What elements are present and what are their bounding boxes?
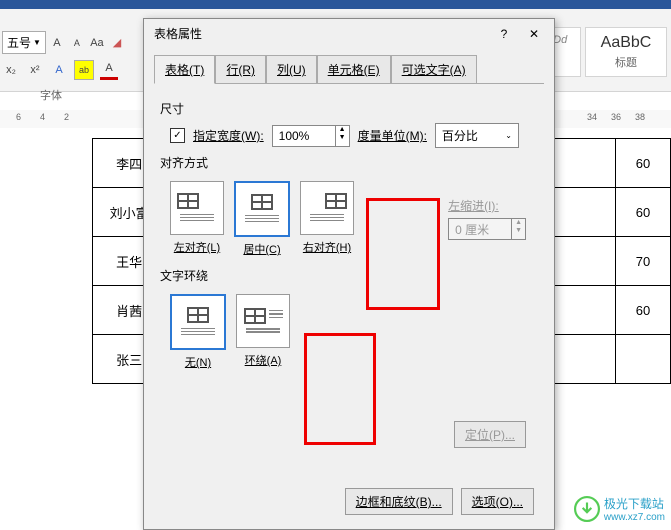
subscript-button[interactable]: x₂ bbox=[2, 61, 20, 79]
tab-column[interactable]: 列(U) bbox=[266, 55, 317, 84]
spin-down-icon[interactable]: ▼ bbox=[336, 134, 349, 142]
wrap-none-option[interactable] bbox=[170, 294, 226, 350]
chevron-down-icon: ▼ bbox=[33, 38, 41, 47]
superscript-button[interactable]: x² bbox=[26, 61, 44, 79]
align-right-option[interactable] bbox=[300, 181, 354, 235]
unit-select[interactable]: 百分比 ⌄ bbox=[435, 123, 519, 148]
font-size-value: 五号 bbox=[7, 34, 31, 51]
download-icon bbox=[574, 496, 600, 522]
locate-button: 定位(P)... bbox=[454, 421, 526, 448]
wrap-none-label: 无(N) bbox=[170, 354, 226, 370]
chevron-down-icon: ⌄ bbox=[505, 131, 512, 140]
align-left-option[interactable] bbox=[170, 181, 224, 235]
size-section-label: 尺寸 bbox=[160, 100, 538, 117]
tab-table[interactable]: 表格(T) bbox=[154, 55, 215, 84]
style-heading[interactable]: AaBbC 标题 bbox=[585, 27, 667, 77]
dialog-title: 表格属性 bbox=[154, 25, 202, 42]
spin-up-icon: ▲ bbox=[512, 219, 525, 227]
wrap-none-icon bbox=[187, 307, 209, 323]
align-center-label: 居中(C) bbox=[234, 241, 290, 257]
indent-label: 左缩进(I): bbox=[448, 197, 526, 214]
table-align-right-icon bbox=[325, 193, 347, 209]
font-size-combo[interactable]: 五号 ▼ bbox=[2, 31, 46, 54]
width-input[interactable] bbox=[273, 126, 335, 146]
align-left-label: 左对齐(L) bbox=[170, 239, 224, 255]
dialog-tabs: 表格(T) 行(R) 列(U) 单元格(E) 可选文字(A) bbox=[144, 48, 554, 83]
unit-label: 度量单位(M): bbox=[358, 127, 427, 144]
clear-formatting-icon[interactable]: ◢ bbox=[108, 34, 126, 52]
width-spinner[interactable]: ▲▼ bbox=[272, 125, 350, 147]
wrap-around-icon bbox=[244, 308, 266, 324]
wrap-around-option[interactable] bbox=[236, 294, 290, 348]
spin-down-icon: ▼ bbox=[512, 227, 525, 235]
font-color-button[interactable]: A bbox=[100, 59, 118, 80]
shrink-font-button[interactable]: A bbox=[68, 34, 86, 52]
tab-alt-text[interactable]: 可选文字(A) bbox=[391, 55, 477, 84]
table-align-left-icon bbox=[177, 193, 199, 209]
wrap-section-label: 文字环绕 bbox=[160, 267, 538, 284]
border-shading-button[interactable]: 边框和底纹(B)... bbox=[345, 488, 453, 515]
tab-cell[interactable]: 单元格(E) bbox=[317, 55, 391, 84]
alignment-section-label: 对齐方式 bbox=[160, 154, 538, 171]
close-button[interactable]: ✕ bbox=[524, 27, 544, 41]
specify-width-checkbox[interactable]: ✓ bbox=[170, 128, 185, 143]
wrap-around-label: 环绕(A) bbox=[236, 352, 290, 368]
indent-spinner: ▲▼ bbox=[448, 218, 526, 240]
options-button[interactable]: 选项(O)... bbox=[461, 488, 534, 515]
align-right-label: 右对齐(H) bbox=[300, 239, 354, 255]
grow-font-button[interactable]: A bbox=[48, 34, 66, 52]
spin-up-icon[interactable]: ▲ bbox=[336, 126, 349, 134]
table-properties-dialog: 表格属性 ? ✕ 表格(T) 行(R) 列(U) 单元格(E) 可选文字(A) … bbox=[143, 18, 555, 530]
help-button[interactable]: ? bbox=[494, 27, 514, 41]
change-case-button[interactable]: Aa bbox=[88, 34, 106, 52]
text-effects-button[interactable]: A bbox=[50, 61, 68, 79]
indent-input bbox=[449, 219, 511, 239]
table-align-center-icon bbox=[251, 194, 273, 210]
tab-row[interactable]: 行(R) bbox=[215, 55, 266, 84]
ribbon-group-label: 字体 bbox=[40, 87, 62, 103]
watermark: 极光下载站 www.xz7.com bbox=[574, 495, 665, 523]
specify-width-label: 指定宽度(W): bbox=[193, 127, 264, 144]
align-center-option[interactable] bbox=[234, 181, 290, 237]
highlight-button[interactable]: ab bbox=[74, 60, 94, 80]
